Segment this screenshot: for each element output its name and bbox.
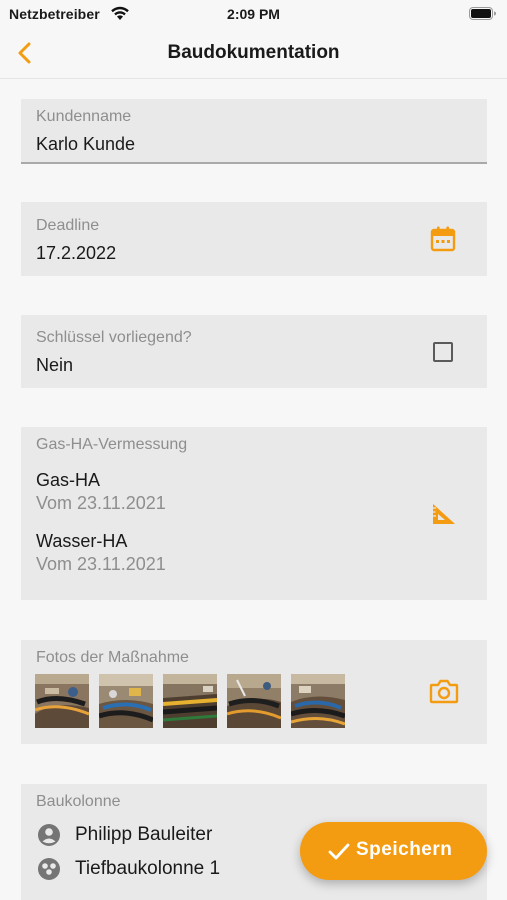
deadline-field[interactable]: Deadline 17.2.2022 — [21, 202, 487, 276]
navigation-bar: Baudokumentation — [0, 30, 507, 79]
keys-available-label: Schlüssel vorliegend? — [36, 329, 192, 346]
survey-item-title: Wasser-HA — [36, 531, 128, 551]
keys-available-field[interactable]: Schlüssel vorliegend? Nein — [21, 315, 487, 388]
photos-field[interactable]: Fotos der Maßnahme — [21, 640, 487, 744]
crew-member-name: Philipp Bauleiter — [75, 824, 213, 845]
person-icon — [38, 824, 60, 846]
crew-member-name: Tiefbaukolonne 1 — [75, 858, 221, 879]
photo-thumbnail[interactable] — [227, 674, 281, 728]
photo-thumbnail[interactable] — [99, 674, 153, 728]
page-title: Baudokumentation — [167, 42, 340, 63]
survey-item-date: Vom 23.11.2021 — [36, 554, 166, 574]
photo-thumbnail[interactable] — [291, 674, 345, 728]
customer-name-label: Kundenname — [36, 108, 132, 125]
team-icon — [38, 858, 60, 880]
photo-thumbnail[interactable] — [163, 674, 217, 728]
crew-label: Baukolonne — [36, 793, 121, 810]
deadline-value: 17.2.2022 — [36, 243, 117, 263]
photos-label: Fotos der Maßnahme — [36, 649, 189, 666]
save-button[interactable]: Speichern — [300, 822, 487, 880]
keys-checkbox[interactable] — [433, 342, 453, 362]
survey-item-date: Vom 23.11.2021 — [36, 493, 166, 513]
camera-icon[interactable] — [429, 678, 459, 704]
customer-name-field[interactable]: Kundenname Karlo Kunde — [21, 99, 487, 164]
survey-label: Gas-HA-Vermessung — [36, 436, 188, 453]
save-button-label: Speichern — [356, 839, 453, 860]
input-underline — [21, 162, 487, 164]
checkmark-icon — [328, 843, 350, 860]
survey-field[interactable]: Gas-HA-Vermessung Gas-HA Vom 23.11.2021 … — [21, 427, 487, 600]
photo-thumbnail[interactable] — [35, 674, 89, 728]
battery-icon — [469, 7, 496, 20]
keys-available-value: Nein — [36, 355, 74, 375]
set-square-icon[interactable] — [431, 502, 457, 526]
status-bar: Netzbetreiber 2:09 PM — [0, 0, 507, 30]
customer-name-value[interactable]: Karlo Kunde — [36, 134, 135, 155]
survey-item-title: Gas-HA — [36, 470, 101, 490]
clock: 2:09 PM — [227, 6, 280, 22]
deadline-label: Deadline — [36, 217, 100, 234]
calendar-icon[interactable] — [430, 225, 456, 253]
